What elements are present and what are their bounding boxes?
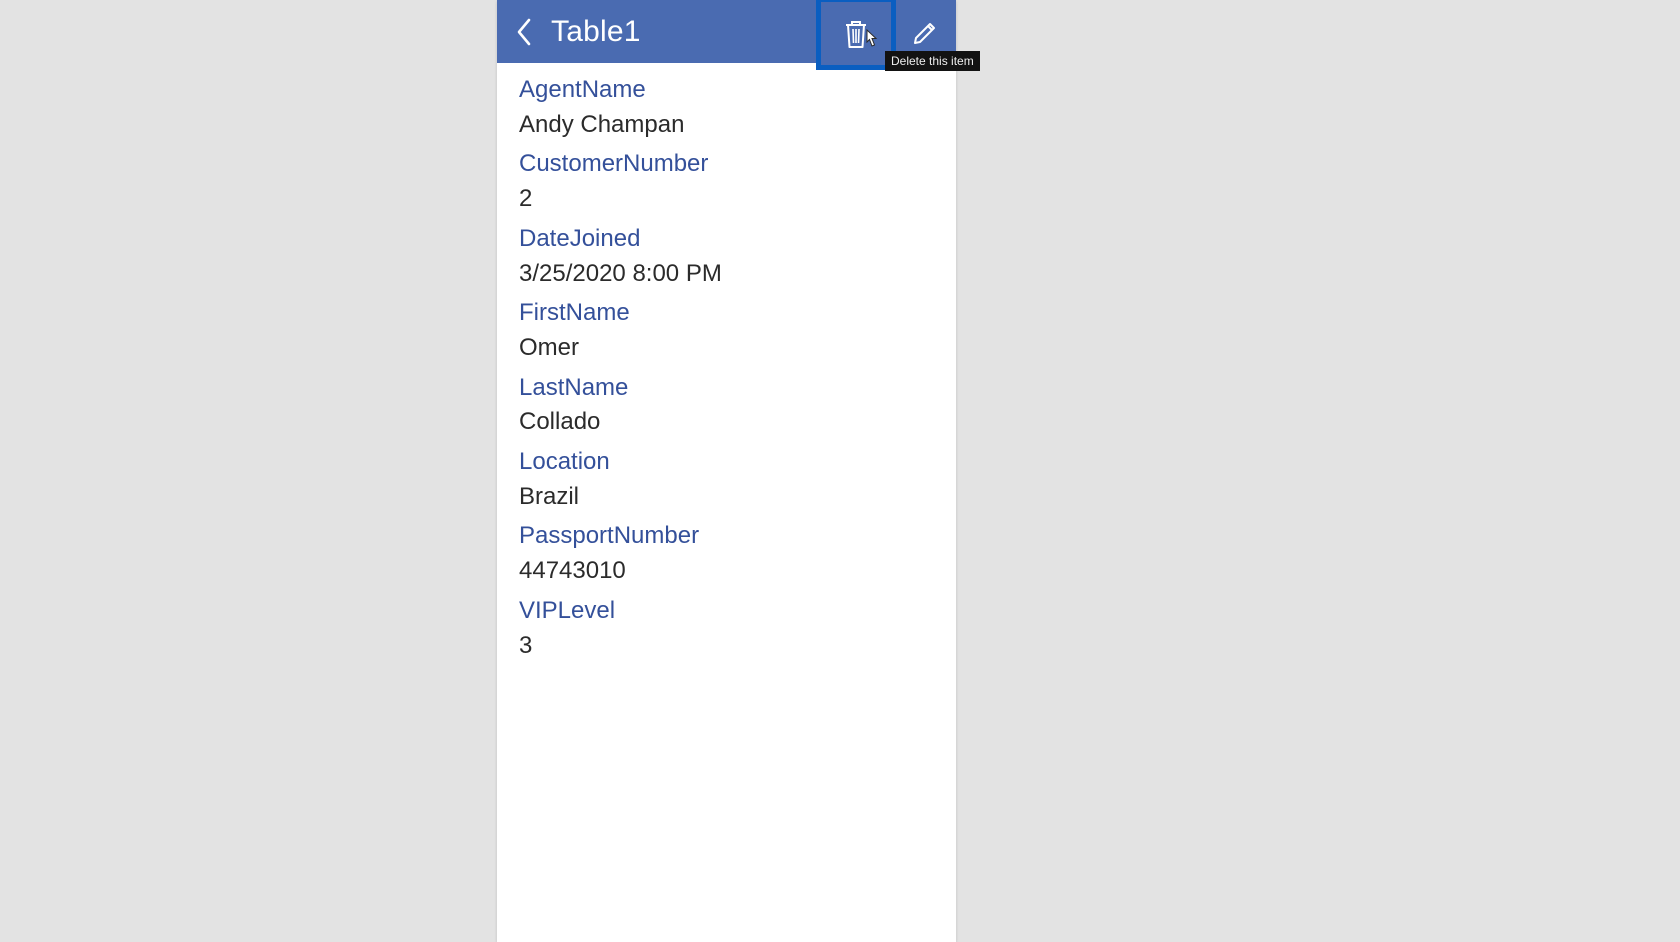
field-row: AgentName Andy Champan [519,73,934,141]
field-label: PassportNumber [519,519,934,554]
header-actions [896,0,956,63]
field-value: Andy Champan [519,108,934,142]
field-value: 3 [519,629,934,663]
field-label: LastName [519,371,934,406]
field-label: CustomerNumber [519,147,934,182]
field-label: FirstName [519,296,934,331]
field-value: 44743010 [519,554,934,588]
detail-content: AgentName Andy Champan CustomerNumber 2 … [497,63,956,678]
field-label: Location [519,445,934,480]
trash-icon [842,17,870,51]
field-row: Location Brazil [519,445,934,513]
field-value: Brazil [519,480,934,514]
field-row: DateJoined 3/25/2020 8:00 PM [519,222,934,290]
field-value: 3/25/2020 8:00 PM [519,257,934,291]
field-label: AgentName [519,73,934,108]
field-value: Collado [519,405,934,439]
header-bar: Table1 [497,0,956,63]
pencil-icon [912,18,940,46]
field-row: VIPLevel 3 [519,594,934,662]
field-row: FirstName Omer [519,296,934,364]
field-label: VIPLevel [519,594,934,629]
app-window: Table1 Delete this item [497,0,956,942]
page-title: Table1 [551,15,641,49]
field-value: 2 [519,182,934,216]
field-value: Omer [519,331,934,365]
field-label: DateJoined [519,222,934,257]
field-row: LastName Collado [519,371,934,439]
delete-button[interactable] [816,0,896,70]
field-row: PassportNumber 44743010 [519,519,934,587]
back-button[interactable] [497,0,551,63]
chevron-left-icon [515,17,533,47]
field-row: CustomerNumber 2 [519,147,934,215]
edit-button[interactable] [896,0,956,63]
